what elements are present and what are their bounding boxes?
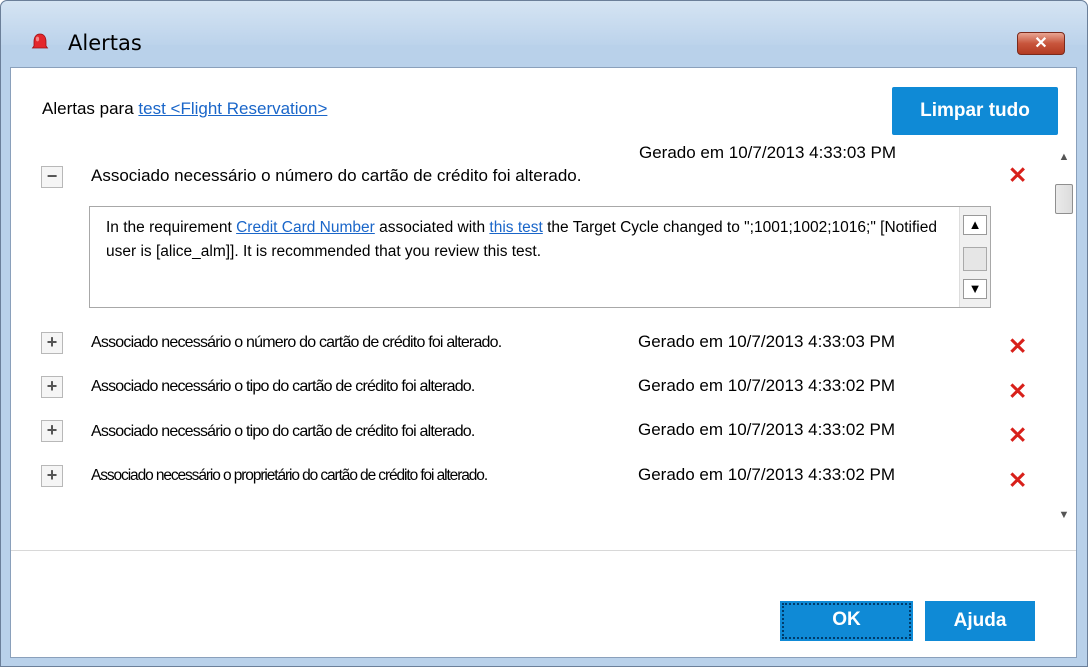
alerts-scrollbar[interactable]: ▲ ▼	[1054, 147, 1074, 529]
alert-generated-time: Gerado em 10/7/2013 4:33:03 PM	[638, 332, 896, 351]
entity-link[interactable]: test <Flight Reservation>	[138, 99, 327, 118]
expand-toggle[interactable]: +	[41, 376, 63, 398]
alert-generated-time: Gerado em 10/7/2013 4:33:02 PM	[638, 420, 896, 439]
scroll-up-arrow-icon[interactable]: ▲	[963, 215, 987, 235]
title-bar[interactable]	[1, 1, 1087, 45]
alert-bell-icon	[31, 33, 49, 49]
alert-generated-time: Gerado em 10/7/2013 4:33:03 PM	[639, 143, 897, 162]
delete-alert-icon[interactable]: ✕	[1008, 333, 1027, 360]
alert-detail-box: In the requirement Credit Card Number as…	[89, 206, 991, 308]
delete-alert-icon[interactable]: ✕	[1008, 162, 1027, 189]
clear-all-button[interactable]: Limpar tudo	[892, 87, 1058, 135]
scroll-down-arrow-icon[interactable]: ▼	[963, 279, 987, 299]
delete-alert-icon[interactable]: ✕	[1008, 378, 1027, 405]
footer-divider	[11, 550, 1076, 551]
ok-button[interactable]: OK	[780, 601, 913, 641]
close-button[interactable]: ✕	[1017, 32, 1065, 55]
test-link[interactable]: this test	[489, 219, 542, 236]
window-title: Alertas	[68, 31, 142, 55]
detail-scroll-thumb[interactable]	[963, 247, 987, 271]
expand-toggle[interactable]: +	[41, 465, 63, 487]
collapse-toggle[interactable]: −	[41, 166, 63, 188]
scroll-up-icon[interactable]: ▲	[1054, 147, 1074, 167]
expand-toggle[interactable]: +	[41, 332, 63, 354]
alert-title[interactable]: Associado necessário o proprietário do c…	[91, 467, 488, 485]
delete-alert-icon[interactable]: ✕	[1008, 422, 1027, 449]
alert-title[interactable]: Associado necessário o número do cartão …	[91, 166, 581, 186]
alert-title[interactable]: Associado necessário o tipo do cartão de…	[91, 378, 475, 396]
alert-generated-time: Gerado em 10/7/2013 4:33:02 PM	[638, 465, 896, 484]
alert-generated-time: Gerado em 10/7/2013 4:33:02 PM	[638, 376, 896, 395]
expand-toggle[interactable]: +	[41, 420, 63, 442]
dialog-body: Alertas para test <Flight Reservation> L…	[10, 67, 1077, 658]
alert-detail-text: In the requirement Credit Card Number as…	[106, 219, 937, 260]
delete-alert-icon[interactable]: ✕	[1008, 467, 1027, 494]
alerts-for-prefix: Alertas para	[42, 99, 134, 118]
alerts-scroll-thumb[interactable]	[1055, 184, 1073, 214]
requirement-link[interactable]: Credit Card Number	[236, 219, 375, 236]
alerts-window: Alertas ✕ Alertas para test <Flight Rese…	[0, 0, 1088, 667]
alert-title[interactable]: Associado necessário o número do cartão …	[91, 334, 502, 352]
detail-scrollbar[interactable]: ▲ ▼	[959, 207, 990, 307]
alerts-for-label: Alertas para test <Flight Reservation>	[42, 99, 327, 119]
help-button[interactable]: Ajuda	[925, 601, 1035, 641]
alert-title[interactable]: Associado necessário o tipo do cartão de…	[91, 423, 475, 441]
scroll-down-icon[interactable]: ▼	[1054, 505, 1074, 525]
